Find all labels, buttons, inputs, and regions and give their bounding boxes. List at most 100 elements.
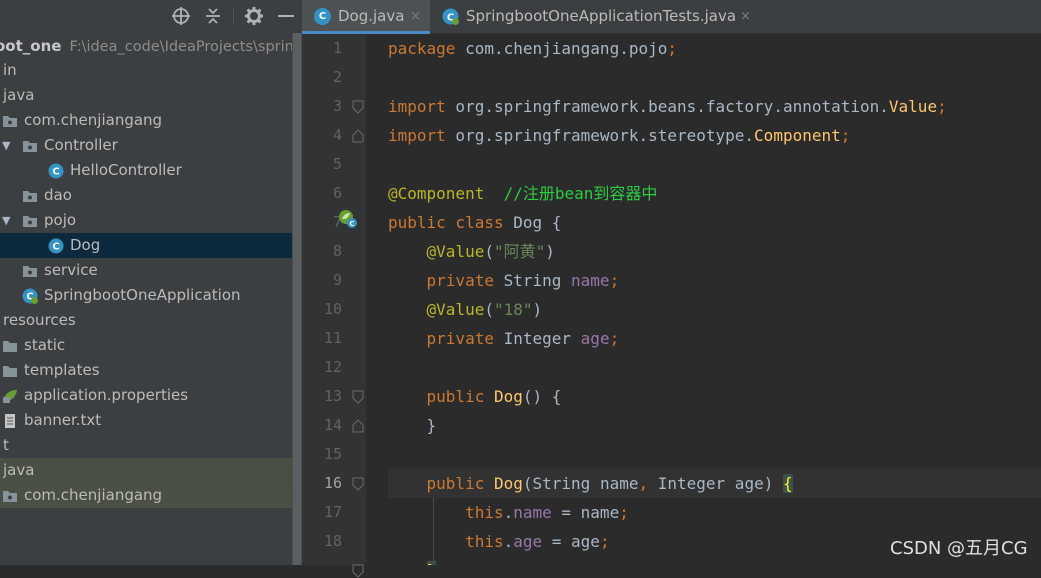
- project-root-node[interactable]: oot_one F:\idea_code\IdeaProjects\spring: [0, 35, 302, 57]
- tree-item[interactable]: com.chenjiangang: [0, 108, 302, 133]
- code-line-17: this.name = name;: [465, 503, 629, 522]
- code-line-11: private Integer age;: [426, 329, 620, 348]
- svg-text:C: C: [52, 242, 59, 253]
- text-file-icon: [5, 414, 15, 428]
- tree-item-label: Controller: [44, 136, 118, 154]
- project-scrollbar[interactable]: [292, 33, 302, 565]
- line-number: 7: [332, 213, 342, 231]
- tree-item-label: Dog: [70, 236, 101, 254]
- crosshair-icon[interactable]: [171, 6, 191, 26]
- spring-test-class-icon: C: [442, 8, 459, 25]
- tree-item[interactable]: application.properties: [0, 383, 302, 408]
- spring-properties-icon: [3, 390, 17, 403]
- code-line-13: public Dog() {: [426, 387, 562, 406]
- tree-item[interactable]: C HelloController: [0, 158, 302, 183]
- code-line-1: package com.chenjiangang.pojo;: [388, 39, 677, 58]
- tree-item-label: templates: [24, 361, 100, 379]
- editor-tab-bar: C Dog.java × C SpringbootOneApplicationT…: [302, 0, 1041, 34]
- code-line-4: import org.springframework.stereotype.Co…: [388, 126, 851, 145]
- tree-item[interactable]: ▼ Controller: [0, 133, 302, 158]
- tree-item-label: pojo: [44, 211, 77, 229]
- fold-close-icon[interactable]: [352, 419, 364, 433]
- tree-item[interactable]: banner.txt: [0, 408, 302, 433]
- class-icon: C: [314, 8, 331, 25]
- tree-item[interactable]: resources: [0, 308, 302, 333]
- line-number: 3: [332, 97, 342, 115]
- tree-item[interactable]: java: [0, 458, 302, 483]
- package-icon: [23, 191, 37, 202]
- fold-close-icon[interactable]: [352, 129, 364, 143]
- svg-text:C: C: [349, 220, 354, 228]
- minimize-icon[interactable]: [276, 6, 296, 26]
- string-literal-age: "18": [493, 300, 533, 319]
- line-number: 10: [323, 300, 342, 318]
- code-line-16: public Dog(String name, Integer age) {: [388, 469, 1041, 498]
- tree-item[interactable]: C Dog: [0, 233, 302, 258]
- package-icon: [23, 266, 37, 277]
- chevron-down-icon[interactable]: ▼: [2, 133, 14, 158]
- tree-item[interactable]: ▼ pojo: [0, 208, 302, 233]
- code-line-6: @Component //注册bean到容器中: [388, 184, 658, 203]
- line-number: 1: [332, 39, 342, 57]
- tree-item[interactable]: in: [0, 58, 302, 83]
- tree-item-label: static: [24, 336, 66, 354]
- project-tool-window: oot_one F:\idea_code\IdeaProjects\spring …: [0, 0, 302, 565]
- code-editor[interactable]: package com.chenjiangang.pojo; import or…: [388, 34, 1041, 565]
- code-line-10: @Value("18"): [426, 300, 543, 319]
- tree-item-label: HelloController: [70, 161, 182, 179]
- line-number: 13: [323, 387, 342, 405]
- code-line-9: private String name;: [426, 271, 620, 290]
- package-icon: [3, 116, 17, 127]
- tab-springboot-tests-java[interactable]: C SpringbootOneApplicationTests.java ×: [430, 0, 760, 33]
- fold-open-icon[interactable]: [352, 477, 364, 491]
- line-number: 18: [323, 532, 342, 550]
- line-number: 17: [323, 503, 342, 521]
- folder-icon: [3, 341, 17, 352]
- gear-icon[interactable]: [244, 6, 264, 26]
- line-number: 16: [323, 474, 342, 492]
- tab-label: Dog.java: [338, 7, 405, 25]
- tree-item[interactable]: dao: [0, 183, 302, 208]
- line-number: 5: [332, 155, 342, 173]
- tree-item-label: com.chenjiangang: [24, 486, 163, 504]
- tree-item-label: service: [44, 261, 98, 279]
- tree-item-label: resources: [3, 311, 76, 329]
- chevron-down-icon[interactable]: ▼: [2, 208, 14, 233]
- tab-dog-java[interactable]: C Dog.java ×: [302, 0, 430, 34]
- tree-item-label: application.properties: [24, 386, 189, 404]
- line-number: 2: [332, 68, 342, 86]
- close-icon[interactable]: ×: [740, 0, 751, 33]
- tree-item-label: com.chenjiangang: [24, 111, 163, 129]
- collapse-all-icon[interactable]: [203, 6, 223, 26]
- tree-item[interactable]: C SpringbootOneApplication: [0, 283, 302, 308]
- tree-item[interactable]: service: [0, 258, 302, 283]
- fold-open-icon[interactable]: [352, 390, 364, 404]
- close-icon[interactable]: ×: [410, 0, 421, 33]
- line-number: 6: [332, 184, 342, 202]
- tree-item[interactable]: t: [0, 433, 302, 458]
- package-icon: [23, 216, 37, 227]
- code-line-14: }: [388, 416, 437, 435]
- project-root-path: F:\idea_code\IdeaProjects\spring: [69, 39, 302, 55]
- line-number: 4: [332, 126, 342, 144]
- class-icon: C: [48, 238, 64, 254]
- tree-item[interactable]: java: [0, 83, 302, 108]
- tree-item-label: java: [3, 461, 35, 479]
- fold-open-icon[interactable]: [352, 100, 364, 114]
- tree-item[interactable]: static: [0, 333, 302, 358]
- svg-text:C: C: [52, 167, 59, 178]
- line-number: 14: [323, 416, 342, 434]
- scrollbar-thumb[interactable]: [293, 33, 301, 565]
- tree-item-label: in: [3, 61, 17, 79]
- tree-item[interactable]: templates: [0, 358, 302, 383]
- fold-open-icon[interactable]: [352, 564, 364, 578]
- watermark: CSDN @五月CG: [890, 538, 1028, 559]
- spring-bean-gutter-icon[interactable]: C: [338, 209, 358, 229]
- tree-item[interactable]: com.chenjiangang: [0, 483, 302, 508]
- tree-item-label: dao: [44, 186, 72, 204]
- tree-item-label: SpringbootOneApplication: [44, 286, 241, 304]
